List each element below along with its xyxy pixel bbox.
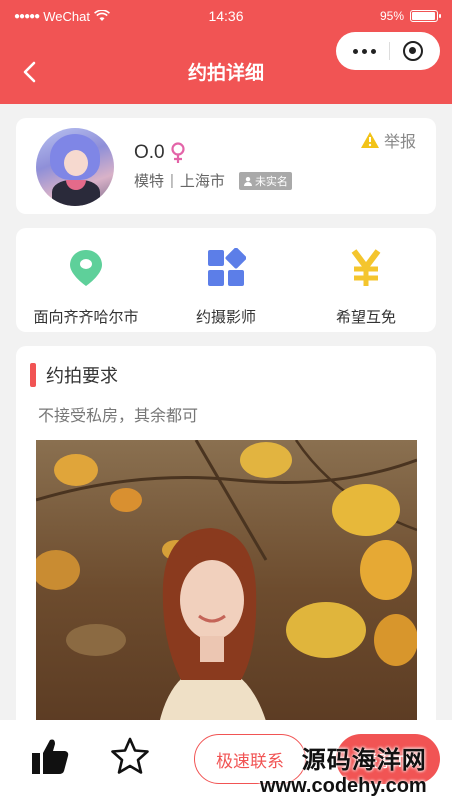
info-label-price: 希望互免 <box>335 309 396 326</box>
info-label-location: 面向齐齐哈尔市 <box>33 309 139 326</box>
female-gender-icon <box>171 142 185 163</box>
watermark-name: 源码海洋网 <box>301 747 427 774</box>
battery-fill <box>412 12 435 20</box>
status-bar: ●●●●● WeChat 14:36 95% <box>0 0 452 32</box>
signal-dots-icon: ●●●●● <box>14 10 40 22</box>
verify-badge: 未实名 <box>238 171 292 190</box>
profile-meta: 模特 | 上海市 未实名 <box>134 170 292 191</box>
info-item-location: 面向齐齐哈尔市 <box>16 228 156 332</box>
carrier-label: WeChat <box>43 8 90 24</box>
status-left: ●●●●● WeChat <box>14 9 164 24</box>
info-item-price: 希望互免 <box>296 228 436 332</box>
site-watermark: 源码海洋网 www.codehy.com <box>260 740 427 798</box>
profile-city: 上海市 <box>179 173 225 190</box>
more-menu-icon[interactable] <box>352 48 376 54</box>
status-right: 95% <box>288 9 441 23</box>
wifi-icon <box>93 10 110 21</box>
verify-label: 未实名 <box>254 175 288 188</box>
star-icon[interactable] <box>110 736 150 776</box>
section-accent-bar <box>30 363 36 387</box>
battery-icon <box>410 10 441 22</box>
page-title: 约拍详细 <box>187 62 264 84</box>
section-title: 约拍要求 <box>46 366 118 386</box>
info-label-role: 约摄影师 <box>195 309 256 326</box>
section-header: 约拍要求 <box>30 362 118 388</box>
close-target-icon[interactable] <box>403 41 424 61</box>
watermark-url: www.codehy.com <box>260 775 427 797</box>
apps-grid-icon <box>208 248 246 286</box>
info-item-role: 约摄影师 <box>156 228 296 332</box>
photo-illustration <box>36 440 417 740</box>
nav-bar: 约拍详细 <box>0 32 452 104</box>
meta-separator: | <box>170 172 174 189</box>
report-button[interactable]: 举报 <box>360 128 416 152</box>
capsule-divider <box>388 42 390 60</box>
location-pin-icon <box>70 250 102 286</box>
model-photo[interactable] <box>36 440 417 740</box>
battery-percent: 95% <box>379 9 404 23</box>
report-label: 举报 <box>383 134 416 151</box>
back-chevron-icon[interactable] <box>20 60 40 84</box>
profile-card: O.0 模特 | 上海市 未实名 举报 <box>16 118 436 214</box>
id-card-icon <box>243 176 252 186</box>
thumbs-up-icon[interactable] <box>30 736 70 776</box>
yen-icon <box>351 249 381 286</box>
requirement-text: 不接受私房，其余都可 <box>38 408 199 425</box>
info-card: 面向齐齐哈尔市 约摄影师 希望互免 <box>16 228 436 332</box>
username: O.0 <box>134 142 165 163</box>
avatar[interactable] <box>36 128 114 206</box>
mini-program-capsule <box>336 32 440 70</box>
status-time: 14:36 <box>208 8 244 24</box>
profile-role: 模特 <box>134 173 165 190</box>
detail-card: 约拍要求 不接受私房，其余都可 <box>16 346 436 746</box>
warning-icon <box>360 132 379 148</box>
